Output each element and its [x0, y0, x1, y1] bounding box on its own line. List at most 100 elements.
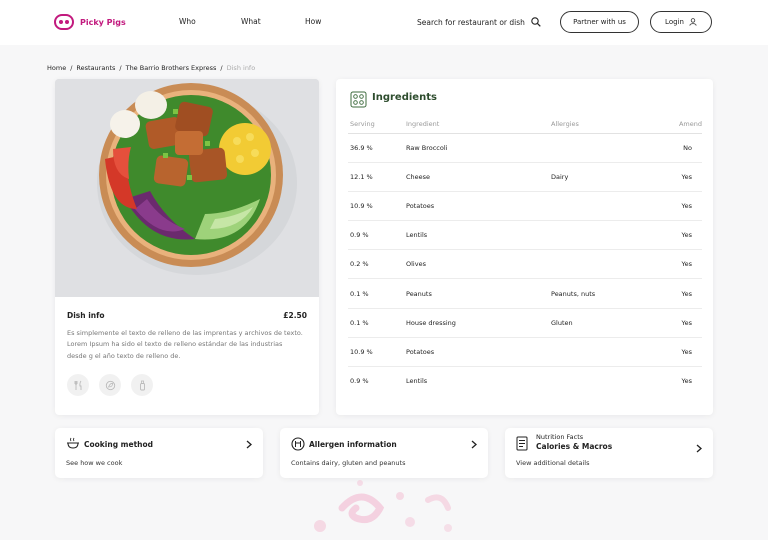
- serving-cell: 0.1 %: [348, 278, 404, 309]
- nutrition-title: Calories & Macros: [536, 442, 613, 451]
- leaf-icon[interactable]: [99, 374, 121, 396]
- col-serving: Serving: [348, 115, 404, 134]
- ingredient-cell: Lentils: [406, 377, 428, 386]
- nutrition-card[interactable]: Nutrition Facts Calories & Macros View a…: [505, 428, 713, 478]
- ingredient-cell: Cheese: [404, 162, 549, 192]
- search-label[interactable]: Search for restaurant or dish: [417, 18, 525, 27]
- chevron-right-icon[interactable]: [471, 440, 477, 449]
- amend-cell[interactable]: No: [649, 133, 702, 163]
- decorative-swirl-icon: [314, 480, 452, 532]
- amend-cell[interactable]: Yes: [649, 367, 702, 396]
- login-button[interactable]: Login: [650, 11, 712, 33]
- col-amend: Amend: [649, 115, 702, 134]
- breadcrumb-restaurant[interactable]: The Barrio Brothers Express: [126, 64, 217, 72]
- top-header: Picky Pigs Who What How Search for resta…: [0, 0, 768, 45]
- ingredient-cell: Olives: [404, 249, 549, 280]
- allergies-cell: Dairy: [549, 162, 649, 192]
- table-row: 10.9 % Potatoes Yes: [348, 191, 702, 222]
- nav-how[interactable]: How: [305, 17, 321, 26]
- table-row: 0.1 % House dressing Gluten Yes: [348, 308, 702, 338]
- cooking-method-card[interactable]: Cooking method See how we cook: [55, 428, 263, 478]
- ingredient-cell: Raw Broccoli: [404, 133, 549, 163]
- col-allergies: Allergies: [549, 115, 649, 134]
- ingredient-cell: Potatoes: [404, 191, 549, 222]
- allergen-icon: [291, 437, 305, 451]
- breadcrumb-separator: /: [70, 64, 73, 72]
- serving-cell: 0.1 %: [348, 308, 404, 338]
- breadcrumb-home[interactable]: Home: [47, 64, 66, 72]
- amend-cell[interactable]: Yes: [649, 220, 702, 251]
- serving-cell: 12.1 %: [348, 162, 404, 192]
- allergen-subtitle: Contains dairy, gluten and peanuts: [291, 459, 406, 467]
- nutrition-subtitle: View additional details: [516, 459, 590, 467]
- search-icon[interactable]: [531, 17, 541, 27]
- amend-cell[interactable]: Yes: [649, 308, 702, 338]
- ingredients-icon: [350, 91, 367, 108]
- breadcrumb-restaurants[interactable]: Restaurants: [76, 64, 115, 72]
- amend-cell[interactable]: Yes: [649, 249, 702, 280]
- table-row: 0.9 % Lentils Yes: [348, 220, 702, 251]
- cooking-pot-icon: [67, 437, 79, 449]
- bottle-icon[interactable]: [131, 374, 153, 396]
- dish-card: Dish info £2.50 Es simplemente el texto …: [55, 79, 319, 415]
- nav-who[interactable]: Who: [179, 17, 196, 26]
- allergies-cell: [549, 191, 649, 222]
- allergies-cell: [549, 337, 649, 368]
- document-icon: [516, 436, 528, 451]
- ingredient-cell: Potatoes: [404, 337, 549, 368]
- login-button-label: Login: [665, 18, 684, 26]
- nav-what[interactable]: What: [241, 17, 261, 26]
- col-ingredient: Ingredient: [404, 115, 549, 134]
- table-row: 10.9 % Potatoes Yes: [348, 337, 702, 368]
- amend-cell[interactable]: Yes: [649, 278, 702, 309]
- user-icon: [689, 18, 697, 26]
- serving-cell: 0.9 %: [348, 220, 404, 251]
- amend-cell[interactable]: Yes: [649, 191, 702, 222]
- brand-logo[interactable]: Picky Pigs: [54, 14, 126, 30]
- dish-image: [55, 79, 319, 297]
- table-header-row: Serving Ingredient Allergies Amend: [348, 115, 702, 134]
- serving-cell: 0.9 %: [350, 377, 369, 386]
- breadcrumb-separator: /: [119, 64, 122, 72]
- cooking-method-title: Cooking method: [84, 440, 154, 449]
- search-bar[interactable]: Search for restaurant or dish: [417, 17, 541, 27]
- allergies-cell: Peanuts, nuts: [549, 278, 649, 309]
- allergen-title: Allergen information: [309, 440, 397, 449]
- allergen-card[interactable]: Allergen information Contains dairy, glu…: [280, 428, 488, 478]
- chevron-right-icon[interactable]: [246, 440, 252, 449]
- serving-cell: 36.9 %: [348, 133, 404, 163]
- table-row: 36.9 % Raw Broccoli No: [348, 133, 702, 163]
- serving-cell: 0.2 %: [348, 249, 404, 280]
- allergies-cell: Gluten: [549, 308, 649, 338]
- allergies-cell: [549, 367, 649, 396]
- ingredient-cell: House dressing: [404, 308, 549, 338]
- table-row: 0.9 % Lentils Yes: [348, 367, 702, 396]
- serving-cell: 10.9 %: [348, 191, 404, 222]
- chevron-right-icon[interactable]: [696, 444, 702, 453]
- pig-logo-icon: [54, 14, 74, 30]
- breadcrumb-current: Dish info: [226, 64, 256, 72]
- breadcrumb: Home / Restaurants / The Barrio Brothers…: [47, 64, 255, 72]
- partner-button-label: Partner with us: [573, 18, 626, 26]
- ingredients-card: Ingredients Serving Ingredient Allergies…: [336, 79, 713, 415]
- ingredient-cell: Lentils: [404, 220, 549, 251]
- allergies-cell: [549, 249, 649, 280]
- partner-button[interactable]: Partner with us: [560, 11, 639, 33]
- table-row: 0.2 % Olives Yes: [348, 249, 702, 280]
- salad-bowl-image: [55, 79, 319, 297]
- allergies-cell: [549, 220, 649, 251]
- amend-cell[interactable]: Yes: [649, 337, 702, 368]
- dish-title: Dish info: [67, 311, 105, 320]
- breadcrumb-separator: /: [220, 64, 223, 72]
- dish-description: Es simplemente el texto de relleno de la…: [67, 329, 303, 360]
- ingredients-table: Serving Ingredient Allergies Amend 36.9 …: [348, 115, 702, 396]
- dish-price: £2.50: [283, 311, 307, 320]
- allergies-cell: [549, 133, 649, 163]
- amend-cell[interactable]: Yes: [649, 162, 702, 192]
- fork-knife-icon[interactable]: [67, 374, 89, 396]
- ingredient-cell: Peanuts: [404, 278, 549, 309]
- table-row: 12.1 % Cheese Dairy Yes: [348, 162, 702, 192]
- cooking-method-subtitle: See how we cook: [66, 459, 123, 467]
- serving-cell: 10.9 %: [348, 337, 404, 368]
- table-row: 0.1 % Peanuts Peanuts, nuts Yes: [348, 278, 702, 309]
